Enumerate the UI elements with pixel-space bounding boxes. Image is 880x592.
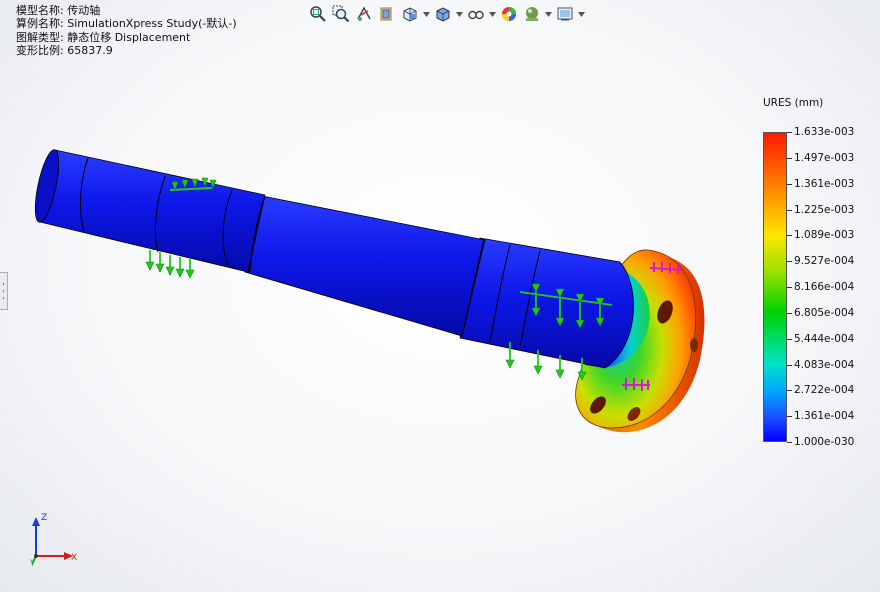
legend-tick bbox=[787, 390, 792, 392]
legend-value-label: 1.000e-030 bbox=[794, 436, 855, 448]
legend-value-label: 1.361e-003 bbox=[794, 177, 855, 190]
triad-origin bbox=[34, 554, 38, 558]
flange-bolt-hole bbox=[690, 338, 698, 352]
legend-tick bbox=[787, 132, 792, 133]
legend-value-label: 5.444e-004 bbox=[794, 332, 855, 345]
shaft-model[interactable] bbox=[31, 148, 705, 433]
chevron-right-icon: › bbox=[2, 287, 5, 295]
legend-tick bbox=[787, 235, 792, 237]
triad-y-label: Y bbox=[30, 559, 36, 569]
legend-value-label: 2.722e-004 bbox=[794, 384, 855, 397]
legend-tick bbox=[787, 338, 792, 340]
shaft-left-section bbox=[39, 149, 266, 273]
chevron-right-icon: › bbox=[2, 280, 5, 288]
triad-z-label: Z bbox=[41, 513, 48, 523]
graphics-viewport[interactable] bbox=[0, 0, 880, 592]
legend-value-label: 1.361e-004 bbox=[794, 410, 855, 423]
legend-title: URES (mm) bbox=[763, 97, 824, 109]
legend-tick bbox=[787, 157, 792, 159]
chevron-right-icon: › bbox=[2, 294, 5, 302]
shaft-bearing-section-right bbox=[459, 237, 634, 369]
legend-tick bbox=[787, 364, 792, 366]
legend-value-label: 1.497e-003 bbox=[794, 151, 855, 164]
legend-color-bar bbox=[763, 132, 787, 442]
legend-value-label: 1.225e-003 bbox=[794, 203, 855, 216]
panel-expand-tab[interactable]: › › › bbox=[0, 272, 8, 310]
legend-value-label: 9.527e-004 bbox=[794, 255, 855, 268]
legend-tick bbox=[787, 183, 792, 185]
legend-value-label: 1.633e-003 bbox=[794, 126, 855, 138]
legend-tick bbox=[787, 287, 792, 288]
legend-value-label: 8.166e-004 bbox=[794, 281, 855, 293]
shaft-middle-section bbox=[244, 195, 486, 337]
legend-value-label: 6.805e-004 bbox=[794, 306, 855, 319]
legend-value-label: 1.089e-003 bbox=[794, 229, 855, 242]
legend-tick bbox=[787, 416, 792, 418]
z-arrow-head bbox=[32, 517, 40, 526]
legend-tick bbox=[787, 312, 792, 314]
legend-tick bbox=[787, 442, 792, 443]
legend-tick bbox=[787, 261, 792, 263]
legend-value-label: 4.083e-004 bbox=[794, 358, 855, 371]
triad-x-label: X bbox=[71, 553, 78, 563]
legend-tick bbox=[787, 209, 792, 211]
